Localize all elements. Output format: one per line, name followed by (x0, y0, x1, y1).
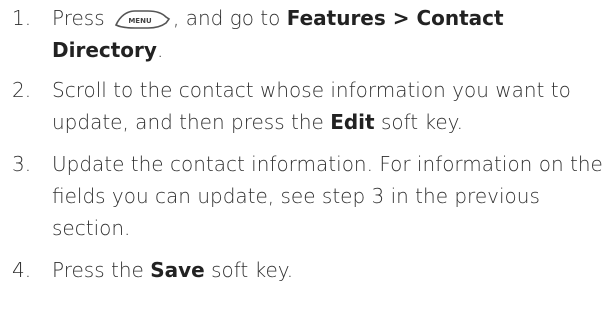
step-number: 4. (12, 258, 32, 282)
step-bold-text: Edit (330, 110, 375, 134)
list-item: 1. Press MENU , and go to Features > Con… (12, 2, 612, 66)
step-text-part: soft key. (211, 258, 294, 282)
step-text-part: . (156, 38, 164, 62)
step-text-part: Press the (52, 258, 144, 282)
svg-text:MENU: MENU (128, 17, 152, 25)
step-text: Scroll to the contact whose information … (52, 78, 571, 134)
step-text-part: Press (52, 6, 105, 30)
step-text: Press the Save soft key. (52, 258, 293, 282)
step-number: 2. (12, 78, 32, 102)
list-item: 2. Scroll to the contact whose informati… (12, 74, 612, 138)
instruction-list: 1. Press MENU , and go to Features > Con… (12, 0, 612, 286)
step-bold-text: Save (150, 258, 205, 282)
step-text-part: Scroll to the contact whose information … (52, 78, 571, 134)
step-number: 3. (12, 152, 32, 176)
step-number: 1. (12, 6, 32, 30)
list-item: 3. Update the contact information. For i… (12, 148, 612, 244)
step-text-part: soft key. (380, 110, 464, 134)
menu-key-icon: MENU (114, 10, 171, 29)
step-text: Press MENU , and go to Features > Contac… (52, 6, 504, 62)
step-text: Update the contact information. For info… (52, 152, 603, 240)
step-bold-text: Directory (52, 38, 157, 62)
step-bold-text: Features > Contact (286, 6, 504, 30)
list-item: 4. Press the Save soft key. (12, 254, 612, 286)
step-text-part: , and go to (173, 6, 281, 30)
